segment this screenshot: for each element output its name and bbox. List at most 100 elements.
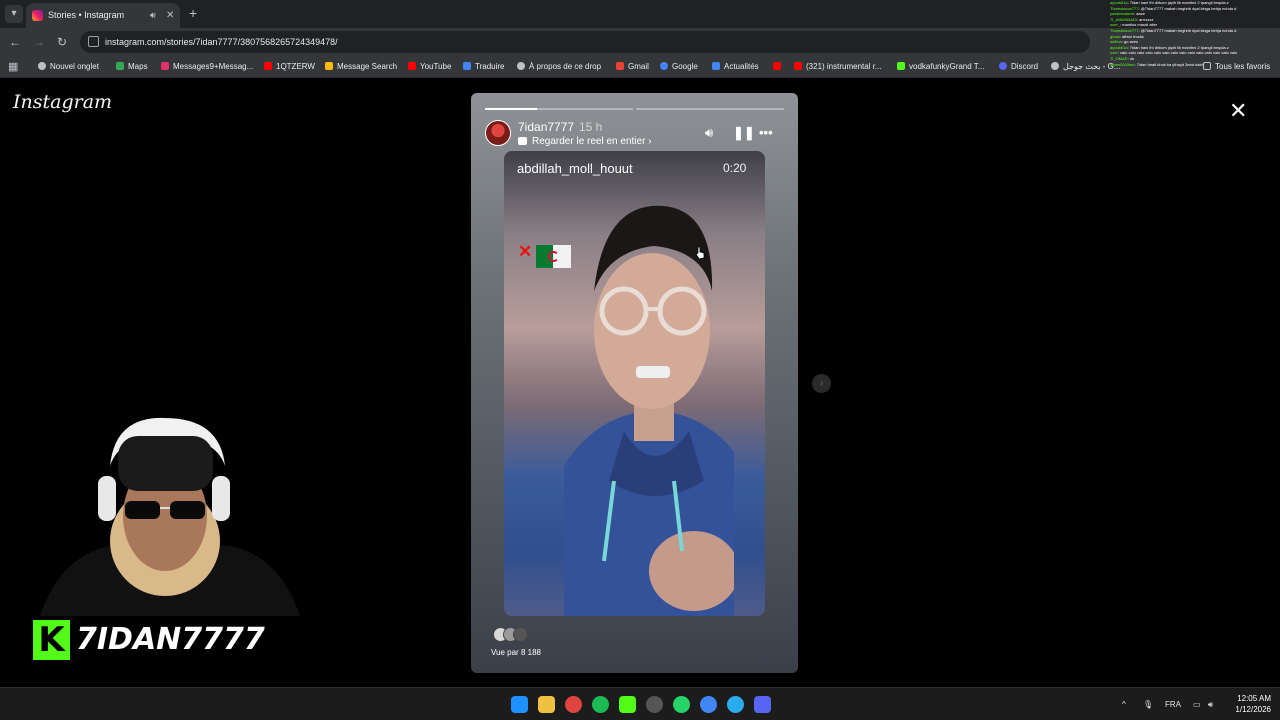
- story-username[interactable]: 7idan7777: [518, 120, 574, 134]
- reel-icon: [518, 137, 527, 145]
- address-bar[interactable]: instagram.com/stories/7idan7777/38075682…: [80, 31, 1090, 53]
- chat-username: Thomalacox777: [1110, 5, 1139, 11]
- forward-icon[interactable]: →: [33, 34, 45, 50]
- cross-mark-icon: ✕: [518, 242, 533, 261]
- youtube-icon: [794, 62, 802, 70]
- bookmark-label: Messages9+Messag...: [173, 62, 254, 71]
- bookmark-label: YouTube: [420, 62, 452, 71]
- windows-start-icon[interactable]: [511, 696, 528, 713]
- speaker-icon[interactable]: 🔊︎: [1208, 688, 1213, 720]
- chat-message: adam2000bm: 7idan healt khok ka ythayd 3…: [1110, 62, 1280, 68]
- bookmark-item[interactable]: Nouvel onglet: [38, 56, 99, 78]
- translate-icon: [463, 62, 471, 70]
- reload-icon[interactable]: ↻: [57, 34, 67, 50]
- watch-full-reel-link[interactable]: Regarder le reel en entier ›: [518, 136, 652, 147]
- whatsapp-icon[interactable]: [673, 696, 690, 713]
- story-viewer[interactable]: 7idan7777 15 h Regarder le reel en entie…: [471, 93, 798, 673]
- bookmark-item[interactable]: Discord: [999, 56, 1038, 78]
- bookmark-label: Traduire: [475, 62, 505, 71]
- chat-text: : arrrzzzz: [1136, 16, 1154, 22]
- bookmark-item[interactable]: Maps: [116, 56, 148, 78]
- hand-cursor-icon: [695, 246, 705, 260]
- chat-text: : 7idan hani thi dirkom jayib lik manthn…: [1127, 44, 1229, 50]
- youtube-icon: [408, 62, 416, 70]
- story-progress-bar: [485, 108, 633, 110]
- bookmark-label: 1QTZERW: [276, 62, 315, 71]
- back-icon[interactable]: ←: [9, 34, 21, 50]
- story-avatar[interactable]: [485, 120, 511, 146]
- discord-icon[interactable]: [754, 696, 771, 713]
- new-tab-icon[interactable]: +: [189, 5, 197, 21]
- chevron-right-icon: ›: [648, 136, 652, 147]
- tab-title: Stories • Instagram: [48, 10, 125, 20]
- windows-taskbar: ^ 🎙︎ FRA ▭ 🔊︎ 12:05 AM 1/12/2026: [0, 687, 1280, 720]
- reel-preview[interactable]: abdillah_moll_houut 0:20 ✕: [504, 151, 765, 616]
- pause-icon[interactable]: ❚❚: [733, 126, 755, 140]
- kick-icon[interactable]: [619, 696, 636, 713]
- seen-by-count[interactable]: Vue par 8 188: [491, 648, 541, 657]
- bookmark-item[interactable]: (321) instrumental r...: [794, 56, 882, 78]
- close-tab-icon[interactable]: ✕: [166, 3, 174, 28]
- bookmark-item[interactable]: À propos de ce drop: [517, 56, 601, 78]
- bookmark-label: À propos de ce drop: [529, 62, 602, 71]
- google-icon: [1051, 62, 1059, 70]
- file-explorer-icon[interactable]: [538, 696, 555, 713]
- system-clock[interactable]: 12:05 AM 1/12/2026: [1226, 693, 1271, 715]
- apps-grid-icon[interactable]: ▦: [8, 61, 18, 73]
- streamer-name-badge: K 7IDAN7777: [33, 620, 265, 660]
- show-hidden-icons-icon[interactable]: ^: [1122, 688, 1126, 720]
- browser-tab-strip: ▾ Stories • Instagram 🔊︎ ✕ +: [0, 0, 1280, 28]
- app-icon[interactable]: [646, 696, 663, 713]
- maps-icon: [116, 62, 124, 70]
- bookmark-label: Message Search: [337, 62, 398, 71]
- chart-icon: [325, 62, 333, 70]
- chrome-icon[interactable]: [565, 696, 582, 713]
- bookmark-item[interactable]: Gmail: [616, 56, 649, 78]
- audio-playing-icon[interactable]: 🔊︎: [150, 3, 156, 28]
- globe-icon: [517, 62, 525, 70]
- spotify-icon[interactable]: [592, 696, 609, 713]
- bookmark-item[interactable]: Actualités: [712, 56, 759, 78]
- news-icon: [712, 62, 720, 70]
- next-story-icon[interactable]: ›: [812, 374, 831, 393]
- chrome-icon[interactable]: [700, 696, 717, 713]
- bookmark-item[interactable]: Messages9+Messag...: [161, 56, 253, 78]
- tab-instagram-stories[interactable]: Stories • Instagram 🔊︎ ✕: [26, 3, 180, 28]
- chat-username: ayoub61a: [1110, 0, 1128, 5]
- instagram-logo[interactable]: Instagram: [13, 91, 112, 113]
- instagram-favicon-icon: [32, 10, 43, 21]
- tab-search-chevron-icon[interactable]: ▾: [5, 5, 23, 23]
- bookmark-item[interactable]: 1QTZERW: [264, 56, 315, 78]
- chat-username: 7I_AMUNNADI: [1110, 16, 1137, 22]
- more-options-icon[interactable]: •••: [759, 126, 773, 140]
- bookmark-label: Nouvel onglet: [50, 62, 99, 71]
- bookmark-label: Google: [672, 62, 698, 71]
- algeria-flag-icon: [536, 245, 571, 268]
- discord-icon: [999, 62, 1007, 70]
- webcam-overlay: [40, 417, 300, 616]
- bookmark-item[interactable]: vodkafunkyGrand T...: [897, 56, 984, 78]
- chat-text: : 7idan hani thi dirkom jayib lik manthn…: [1127, 0, 1229, 5]
- bookmark-icon: [38, 62, 46, 70]
- chat-text: : go avec: [1121, 39, 1139, 45]
- bookmark-item[interactable]: Google: [660, 56, 698, 78]
- instagram-icon: [161, 62, 169, 70]
- youtube-icon: [264, 62, 272, 70]
- bookmark-item[interactable]: [773, 56, 785, 78]
- viewer-avatar[interactable]: [513, 627, 528, 642]
- clock-time: 12:05 AM: [1237, 694, 1271, 703]
- chat-text: : @7idan7777 makah tmghrib dyal kinga be…: [1138, 5, 1237, 11]
- bookmark-item[interactable]: Traduire: [463, 56, 505, 78]
- bookmark-item[interactable]: Message Search: [325, 56, 397, 78]
- network-icon[interactable]: ▭: [1193, 688, 1201, 720]
- telegram-icon[interactable]: [727, 696, 744, 713]
- bookmark-item[interactable]: YouTube: [408, 56, 451, 78]
- volume-icon[interactable]: 🔊︎: [705, 126, 713, 140]
- chat-text: : valo vaio valo vaio valo vaio valo vai…: [1117, 50, 1238, 56]
- chat-username: Thomalacox777: [1110, 27, 1139, 33]
- chat-username: 7I_OMAR: [1110, 55, 1128, 61]
- input-language[interactable]: FRA: [1165, 688, 1181, 720]
- clock-date: 1/12/2026: [1235, 705, 1271, 714]
- microphone-icon[interactable]: 🎙︎: [1143, 688, 1153, 720]
- site-info-icon[interactable]: [88, 36, 99, 47]
